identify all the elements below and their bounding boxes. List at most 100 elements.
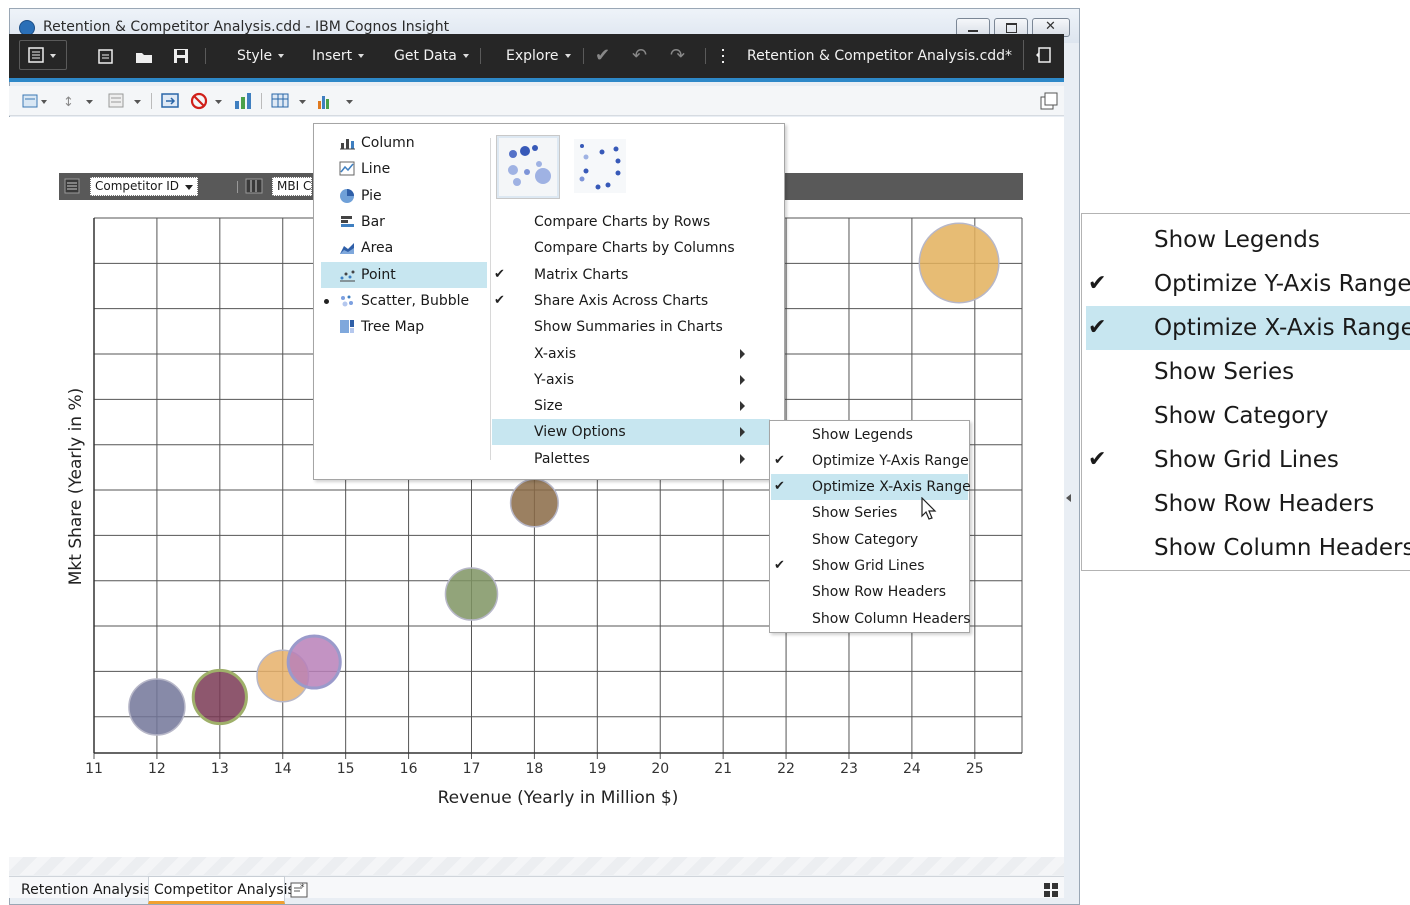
maximize-widget-icon[interactable]: [1039, 91, 1059, 111]
chart-option-label: Compare Charts by Rows: [534, 214, 711, 230]
scatter-chart-style-button[interactable]: [572, 137, 628, 197]
x-tick-label: 20: [651, 761, 669, 777]
chart-option-item[interactable]: Compare Charts by Columns: [492, 235, 770, 261]
bubble-point[interactable]: [128, 678, 186, 736]
chart-type-label: Line: [361, 161, 391, 178]
bubble-point[interactable]: [444, 567, 499, 621]
new-document-icon: [98, 49, 113, 64]
x-axis-title: Revenue (Yearly in Million $): [438, 788, 679, 808]
minimize-icon: [968, 30, 978, 32]
get-data-menu[interactable]: Get Data: [394, 34, 469, 78]
zoomed-view-option-label: Show Column Headers: [1154, 535, 1410, 561]
swap-axes-icon[interactable]: [161, 92, 181, 110]
view-option-item[interactable]: ✔ Optimize X-Axis Range: [771, 474, 971, 501]
chart-option-item[interactable]: Y-axis: [492, 367, 770, 393]
bubble-point[interactable]: [191, 668, 248, 726]
column-chart-icon: [340, 139, 355, 150]
suppress-dropdown-icon[interactable]: [190, 92, 224, 110]
insert-menu[interactable]: Insert: [312, 34, 365, 78]
x-tick-label: 25: [966, 761, 984, 777]
mbi-field-dropdown[interactable]: MBI C: [272, 177, 312, 196]
sheet-tab[interactable]: Retention Analysis: [16, 877, 151, 903]
chart-type-dropdown-icon[interactable]: [316, 91, 356, 111]
sheet-tab[interactable]: Competitor Analysis: [148, 876, 295, 904]
bubble-point[interactable]: [509, 478, 559, 528]
chart-option-item[interactable]: Size: [492, 393, 770, 419]
x-tick-label: 12: [148, 761, 166, 777]
checkmark-icon: ✔: [1088, 447, 1107, 472]
submenu-arrow-icon: [740, 374, 745, 385]
grid-layout-icon[interactable]: [1043, 882, 1059, 898]
commit-icon[interactable]: ✔: [595, 34, 610, 78]
view-option-label: Show Column Headers: [812, 610, 971, 627]
checkmark-icon: ✔: [774, 558, 785, 573]
svg-text:↕: ↕: [63, 95, 74, 110]
chart-option-item[interactable]: View Options: [492, 419, 770, 446]
x-tick-label: 23: [840, 761, 858, 777]
chart-type-item[interactable]: Column: [321, 130, 487, 156]
chart-type-item[interactable]: Scatter, Bubble: [321, 288, 487, 314]
chart-option-label: Share Axis Across Charts: [534, 292, 709, 309]
totals-dropdown-icon[interactable]: [108, 92, 142, 110]
undo-icon[interactable]: ↶: [632, 34, 647, 78]
chart-option-label: View Options: [534, 424, 626, 441]
chart-option-item[interactable]: ✔ Matrix Charts: [492, 262, 770, 288]
open-button[interactable]: [134, 34, 154, 78]
bubble-point[interactable]: [286, 634, 342, 690]
chart-type-label: Point: [361, 266, 396, 283]
competitor-id-dropdown[interactable]: Competitor ID: [90, 177, 198, 196]
view-option-item[interactable]: ✔ Show Grid Lines: [771, 553, 968, 579]
style-menu-label: Style: [237, 48, 273, 64]
chart-type-item[interactable]: Line: [321, 156, 487, 182]
view-option-label: Optimize Y-Axis Range: [812, 452, 969, 469]
view-option-item[interactable]: Show Series: [771, 500, 968, 526]
x-tick-label: 14: [274, 761, 292, 777]
app-menu-button[interactable]: [19, 40, 67, 70]
submenu-arrow-icon: [740, 453, 745, 464]
redo-icon[interactable]: ↷: [670, 34, 685, 78]
chart-type-item[interactable]: Point: [321, 261, 487, 288]
view-option-item[interactable]: Show Row Headers: [771, 579, 968, 605]
rows-icon: [64, 178, 80, 194]
new-document-button[interactable]: [97, 34, 115, 78]
chart-option-item[interactable]: Palettes: [492, 446, 770, 472]
chart-option-item[interactable]: ✔ Share Axis Across Charts: [492, 288, 770, 314]
chart-type-item[interactable]: Pie: [321, 183, 487, 209]
y-axis-title: Mkt Share (Yearly in %): [66, 388, 86, 586]
view-option-item[interactable]: Show Category: [771, 527, 968, 553]
mbi-field-label: MBI C: [277, 179, 312, 193]
view-option-label: Optimize X-Axis Range: [812, 479, 971, 496]
chart-option-label: Matrix Charts: [534, 266, 629, 283]
bubble-point[interactable]: [918, 222, 1000, 304]
collapse-panel-icon[interactable]: [1066, 494, 1071, 502]
chart-option-item[interactable]: Show Summaries in Charts: [492, 314, 770, 340]
grid-view-dropdown-icon[interactable]: [271, 92, 307, 110]
sort-dropdown-icon[interactable]: ↕: [62, 92, 94, 110]
chart-type-item[interactable]: Area: [321, 235, 487, 261]
panel-toggle-button[interactable]: [1023, 40, 1060, 70]
zoomed-view-option-item: Show Row Headers: [1086, 482, 1410, 526]
chart-option-item[interactable]: X-axis: [492, 341, 770, 367]
checkmark-icon: ✔: [774, 452, 785, 468]
chart-option-item[interactable]: Compare Charts by Rows: [492, 209, 770, 235]
chart-type-label: Pie: [361, 187, 382, 204]
chart-type-item[interactable]: Bar: [321, 209, 487, 235]
chart-filter-icon[interactable]: [233, 91, 253, 111]
zoomed-view-option-label: Optimize Y-Axis Range: [1154, 271, 1410, 297]
x-tick-label: 21: [714, 761, 732, 777]
bubble-chart-style-button[interactable]: [496, 135, 560, 199]
explore-menu[interactable]: Explore: [506, 34, 571, 78]
view-option-item[interactable]: Show Legends: [771, 422, 968, 448]
chart-type-item[interactable]: Tree Map: [321, 314, 487, 340]
view-option-item[interactable]: ✔ Optimize Y-Axis Range: [771, 448, 969, 474]
bottom-tab-bar: Retention Analysis Competitor Analysis *: [9, 857, 1064, 904]
new-tab-icon[interactable]: *: [290, 881, 310, 899]
zoomed-view-option-label: Optimize X-Axis Range: [1154, 315, 1410, 341]
style-menu[interactable]: Style: [237, 34, 285, 78]
view-option-item[interactable]: Show Column Headers: [771, 606, 971, 632]
layout-dropdown-icon[interactable]: [22, 94, 48, 108]
zoomed-view-option-item: Show Category: [1086, 394, 1410, 438]
zoomed-view-option-item: ✔ Optimize X-Axis Range: [1086, 306, 1410, 350]
save-button[interactable]: [172, 34, 190, 78]
x-tick-label: 16: [400, 761, 418, 777]
